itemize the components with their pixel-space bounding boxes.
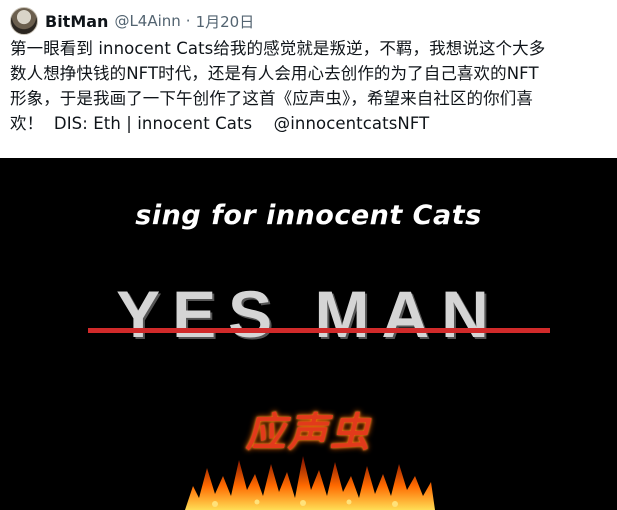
avatar[interactable] <box>10 7 38 35</box>
user-handle[interactable]: @L4Ainn <box>114 12 180 30</box>
tweet-header: BitMan @L4Ainn · 1月20日 <box>10 6 254 36</box>
separator-dot: · <box>185 12 191 30</box>
tweet-text: 第一眼看到 innocent Cats给我的感觉就是叛逆，不羁，我想说这个大多 … <box>10 39 546 133</box>
tweet-media-image[interactable]: sing for innocent Cats YES MAN 应声虫 <box>0 158 617 510</box>
display-name[interactable]: BitMan <box>45 12 108 31</box>
tweet-date[interactable]: 1月20日 <box>196 11 255 32</box>
tweet[interactable]: BitMan @L4Ainn · 1月20日 第一眼看到 innocent Ca… <box>0 0 617 510</box>
red-strikethrough-line <box>88 328 550 333</box>
fire-flames-icon <box>185 456 435 510</box>
media-subtitle: sing for innocent Cats <box>135 200 482 231</box>
media-title: YES MAN <box>116 277 501 351</box>
